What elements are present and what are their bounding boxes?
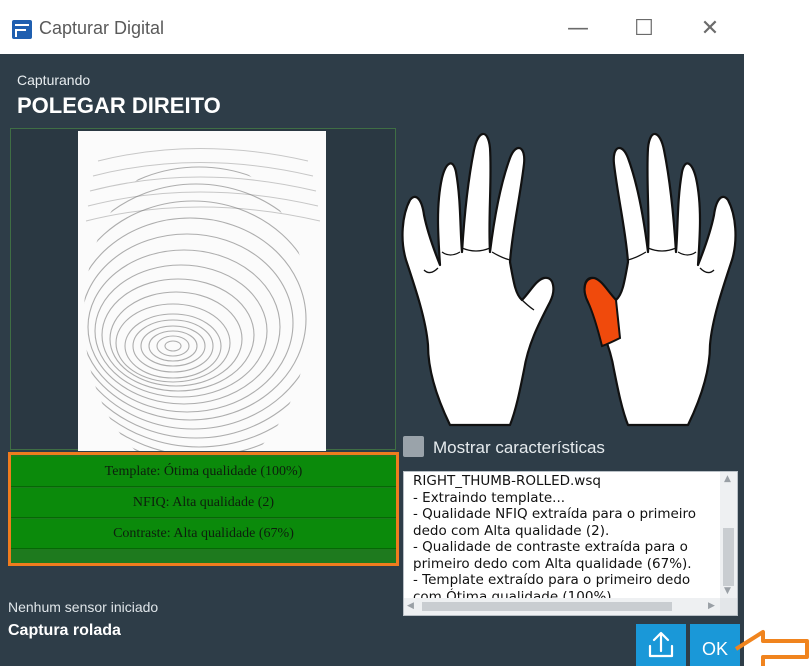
app-icon — [12, 20, 32, 39]
log-horizontal-scrollbar[interactable]: ◀ ▶ — [404, 598, 722, 615]
upload-button[interactable] — [636, 624, 686, 666]
log-output[interactable]: RIGHT_THUMB-ROLLED.wsq - Extraindo templ… — [403, 471, 738, 616]
show-features-label[interactable]: Mostrar características — [433, 438, 605, 458]
log-vertical-thumb[interactable] — [723, 528, 734, 586]
scroll-right-icon[interactable]: ▶ — [708, 601, 715, 611]
pointer-arrow-icon — [734, 630, 809, 666]
template-quality: Template: Ótima qualidade (100%) — [11, 457, 396, 487]
quality-results: Template: Ótima qualidade (100%) NFIQ: A… — [8, 452, 399, 566]
title-bar: Capturar Digital — ☐ ✕ — [0, 0, 809, 54]
maximize-button[interactable]: ☐ — [624, 14, 664, 44]
scroll-up-icon[interactable]: ▲ — [724, 474, 731, 484]
show-features-checkbox[interactable] — [403, 436, 424, 457]
right-thumb-highlight — [583, 276, 622, 348]
right-hand — [583, 132, 737, 427]
log-vertical-scrollbar[interactable]: ▲ ▼ — [720, 472, 737, 600]
left-hand — [401, 132, 555, 427]
sensor-status: Nenhum sensor iniciado — [8, 599, 159, 615]
window-title: Capturar Digital — [39, 18, 165, 38]
close-button[interactable]: ✕ — [690, 14, 730, 44]
fingerprint-graphic — [84, 148, 321, 451]
capture-window: Capturar Digital — ☐ ✕ Capturando POLEGA… — [0, 0, 809, 666]
scroll-left-icon[interactable]: ◀ — [407, 601, 414, 611]
finger-title: POLEGAR DIREITO — [17, 93, 221, 118]
fingerprint-image — [78, 131, 326, 451]
capture-status-label: Capturando — [17, 72, 91, 88]
capture-mode: Captura rolada — [8, 622, 121, 639]
upload-icon — [648, 631, 674, 658]
log-horizontal-thumb[interactable] — [422, 602, 672, 611]
minimize-button[interactable]: — — [558, 14, 598, 44]
contrast-quality: Contraste: Alta qualidade (67%) — [11, 519, 396, 549]
scroll-down-icon[interactable]: ▼ — [724, 586, 731, 596]
scroll-corner — [720, 598, 737, 615]
log-text: RIGHT_THUMB-ROLLED.wsq - Extraindo templ… — [413, 473, 697, 605]
hands-diagram — [401, 132, 737, 427]
nfiq-quality: NFIQ: Alta qualidade (2) — [11, 488, 396, 518]
